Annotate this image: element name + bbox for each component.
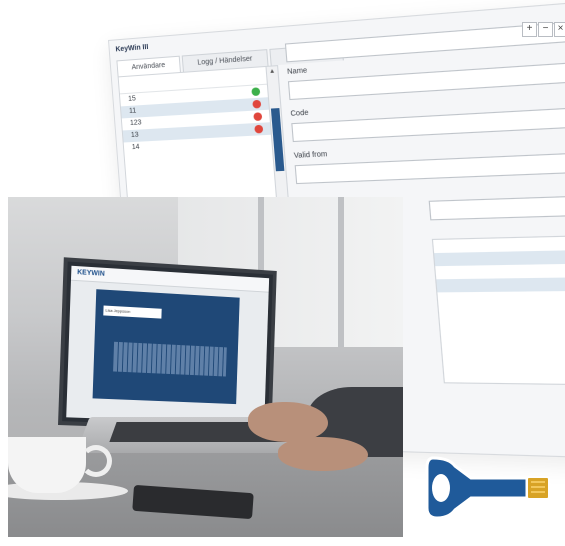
code-label: Code xyxy=(290,109,309,118)
cup-handle xyxy=(80,445,112,477)
screen-name-value: Lisa Jeppsson xyxy=(105,307,131,314)
name-input[interactable] xyxy=(287,59,565,101)
usb-key-icon xyxy=(425,456,550,520)
list-item[interactable] xyxy=(436,276,565,293)
list-item-label: 13 xyxy=(130,131,139,140)
laptop-photo: KEYWIN Lisa Jeppsson xyxy=(8,197,403,537)
screen-dialog: Lisa Jeppsson xyxy=(92,289,240,405)
check-status-icon xyxy=(251,87,261,97)
hand xyxy=(248,402,328,442)
close-button[interactable]: × xyxy=(554,22,565,37)
valid-to-input[interactable] xyxy=(428,194,565,221)
laptop-screen-ui: KEYWIN Lisa Jeppsson xyxy=(66,265,270,425)
screen-name-field: Lisa Jeppsson xyxy=(103,305,162,319)
scrollbar-thumb[interactable] xyxy=(270,108,285,172)
window-frame xyxy=(338,197,344,347)
list-item-label: 123 xyxy=(129,119,142,128)
hand xyxy=(278,437,368,471)
app-title: KeyWin III xyxy=(115,43,149,54)
name-label: Name xyxy=(286,67,308,76)
list-item[interactable] xyxy=(437,290,565,305)
scroll-up-icon[interactable]: ▲ xyxy=(269,68,276,75)
list-item-label: 11 xyxy=(128,107,137,115)
coffee-cup xyxy=(8,437,86,493)
valid-from-label: Valid from xyxy=(293,150,328,160)
minimize-button[interactable]: − xyxy=(538,22,553,37)
detail-list-panel: ▲ ▼ xyxy=(431,234,565,386)
error-status-icon xyxy=(254,124,264,134)
valid-from-input[interactable] xyxy=(294,150,565,185)
screen-schedule-grid xyxy=(113,341,227,377)
error-status-icon xyxy=(253,112,263,122)
laptop-screen: KEYWIN Lisa Jeppsson xyxy=(58,257,277,433)
add-button[interactable]: + xyxy=(522,22,537,37)
error-status-icon xyxy=(252,99,262,109)
code-input[interactable] xyxy=(291,105,565,143)
list-item-label: 14 xyxy=(131,143,140,152)
list-item-label: 15 xyxy=(127,95,137,103)
